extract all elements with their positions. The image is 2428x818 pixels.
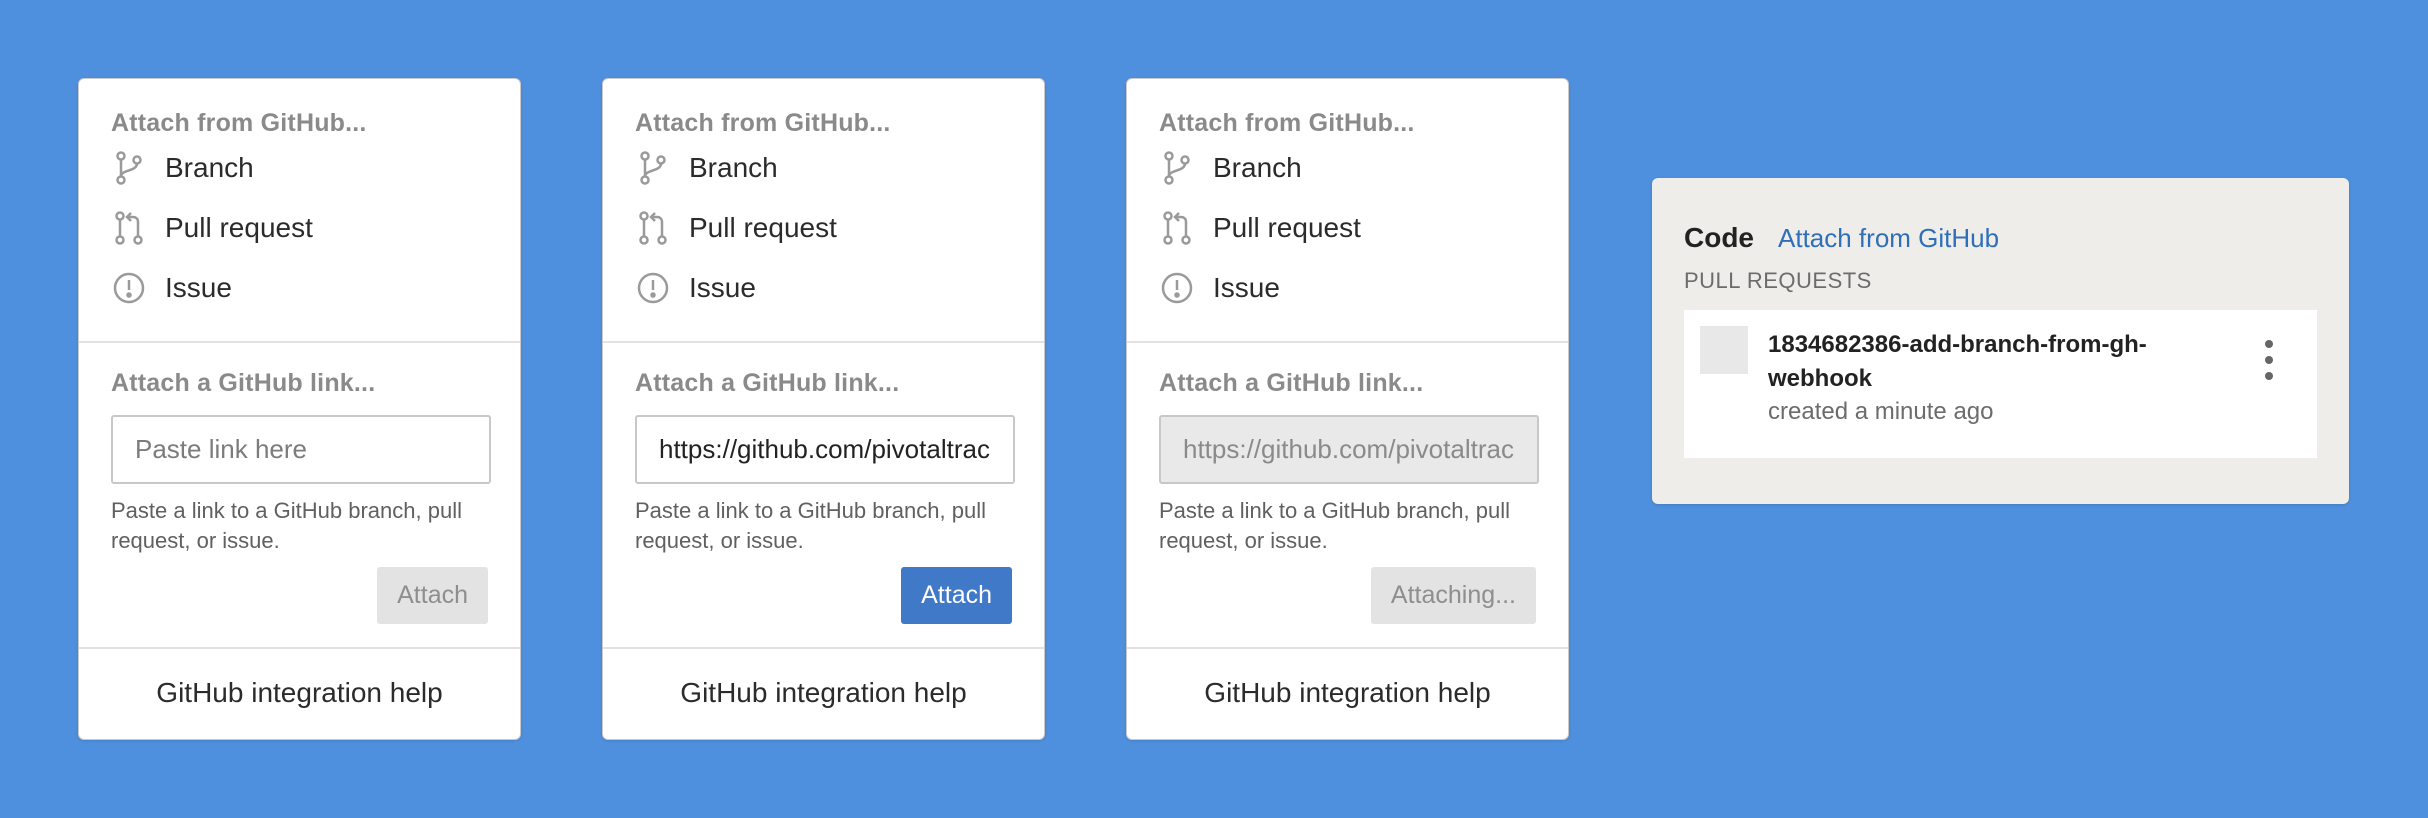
pull-request-icon (1159, 210, 1195, 246)
link-input[interactable] (1159, 415, 1539, 484)
more-options-icon[interactable] (2261, 340, 2277, 380)
issue-label: Issue (1213, 272, 1280, 303)
attach-from-github-heading: Attach from GitHub... (635, 109, 891, 137)
code-title: Code (1684, 222, 1754, 253)
attach-panel-filled: Attach from GitHub... Branch Pull reques… (602, 78, 1045, 740)
issue-label: Issue (165, 272, 232, 303)
attach-link-heading: Attach a GitHub link... (1159, 369, 1424, 397)
issue-label: Issue (689, 272, 756, 303)
pull-request-option[interactable]: Pull request (1159, 198, 1536, 258)
attach-menu: Attach from GitHub... Branch Pull reques… (1127, 79, 1568, 343)
attach-from-github-link[interactable]: Attach from GitHub (1778, 223, 1999, 254)
link-input[interactable] (635, 415, 1015, 484)
github-integration-help-link[interactable]: GitHub integration help (79, 649, 520, 709)
code-panel: Code Attach from GitHub PULL REQUESTS 18… (1652, 178, 2349, 504)
branch-icon (1159, 150, 1195, 186)
pull-request-option[interactable]: Pull request (635, 198, 1012, 258)
link-input[interactable] (111, 415, 491, 484)
issue-icon (1159, 270, 1195, 306)
attach-menu: Attach from GitHub... Branch Pull reques… (603, 79, 1044, 343)
branch-label: Branch (689, 152, 778, 183)
attach-panel-attaching: Attach from GitHub... Branch Pull reques… (1126, 78, 1569, 740)
link-hint: Paste a link to a GitHub branch, pull re… (111, 498, 462, 553)
link-hint: Paste a link to a GitHub branch, pull re… (635, 498, 986, 553)
branch-icon (635, 150, 671, 186)
issue-icon (635, 270, 671, 306)
attach-menu: Attach from GitHub... Branch Pull reques… (79, 79, 520, 343)
pull-request-label: Pull request (689, 212, 837, 243)
branch-option[interactable]: Branch (111, 138, 488, 198)
attach-from-github-heading: Attach from GitHub... (1159, 109, 1415, 137)
link-hint: Paste a link to a GitHub branch, pull re… (1159, 498, 1510, 553)
branch-label: Branch (165, 152, 254, 183)
branch-icon (111, 150, 147, 186)
pull-request-icon (111, 210, 147, 246)
pull-request-icon (635, 210, 671, 246)
issue-icon (111, 270, 147, 306)
attach-link-heading: Attach a GitHub link... (635, 369, 900, 397)
attaching-button[interactable]: Attaching... (1370, 567, 1536, 624)
branch-option[interactable]: Branch (635, 138, 1012, 198)
avatar (1700, 326, 1748, 374)
attach-panel-empty: Attach from GitHub... Branch Pull reques… (78, 78, 521, 740)
attach-button[interactable]: Attach (901, 567, 1012, 624)
pull-requests-label: PULL REQUESTS (1684, 268, 1872, 293)
issue-option[interactable]: Issue (635, 258, 1012, 318)
pull-request-label: Pull request (165, 212, 313, 243)
attach-link-section: Attach a GitHub link... Paste a link to … (603, 343, 1044, 649)
branch-label: Branch (1213, 152, 1302, 183)
attach-link-heading: Attach a GitHub link... (111, 369, 376, 397)
pull-request-name[interactable]: 1834682386-add-branch-from-gh-webhook (1768, 328, 2208, 396)
code-header: Code Attach from GitHub (1684, 222, 2317, 254)
issue-option[interactable]: Issue (111, 258, 488, 318)
branch-option[interactable]: Branch (1159, 138, 1536, 198)
issue-option[interactable]: Issue (1159, 258, 1536, 318)
attach-from-github-heading: Attach from GitHub... (111, 109, 367, 137)
pull-request-option[interactable]: Pull request (111, 198, 488, 258)
github-integration-help-link[interactable]: GitHub integration help (603, 649, 1044, 709)
attach-link-section: Attach a GitHub link... Paste a link to … (79, 343, 520, 649)
attach-link-section: Attach a GitHub link... Paste a link to … (1127, 343, 1568, 649)
github-integration-help-link[interactable]: GitHub integration help (1127, 649, 1568, 709)
pull-request-label: Pull request (1213, 212, 1361, 243)
pull-request-meta: created a minute ago (1768, 398, 1994, 425)
pull-request-card[interactable]: 1834682386-add-branch-from-gh-webhook cr… (1684, 310, 2317, 458)
attach-button[interactable]: Attach (377, 567, 488, 624)
